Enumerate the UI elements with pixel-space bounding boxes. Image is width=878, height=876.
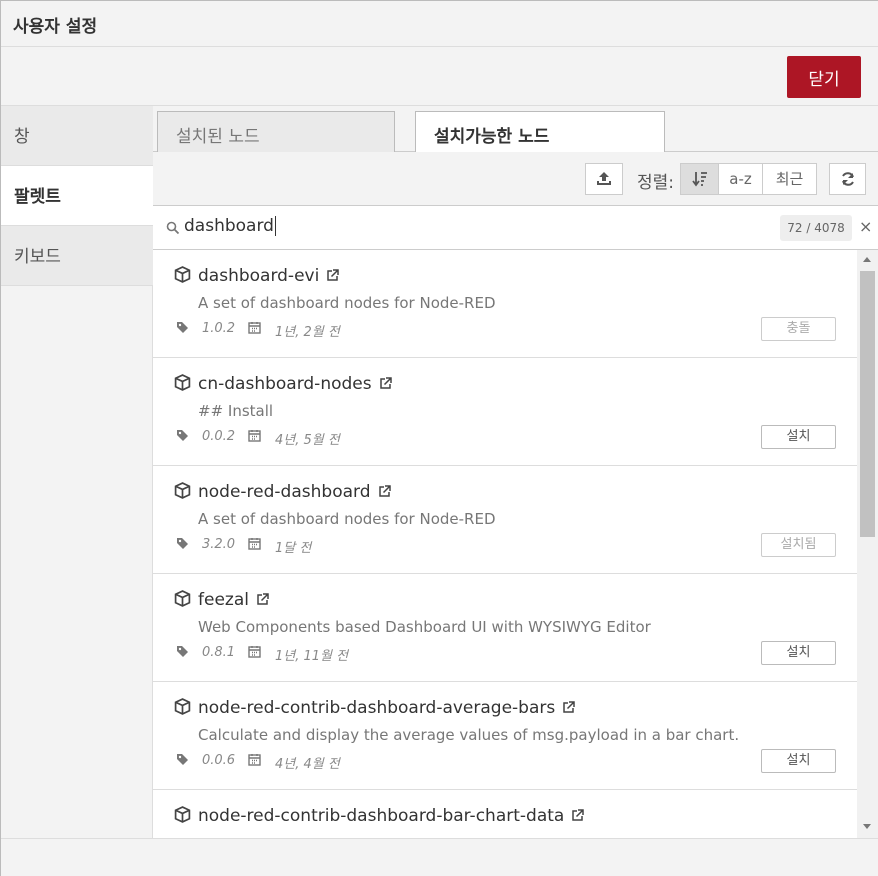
calendar-icon [248, 430, 261, 442]
package-list-item: cn-dashboard-nodes ## Install 0.0.2 4년, 5월 … [153, 358, 857, 466]
package-name: cn-dashboard-nodes [198, 374, 392, 394]
sidebar-item-view[interactable]: 창 [1, 106, 153, 166]
palette-tabs: 설치된 노드 설치가능한 노드 [153, 106, 878, 153]
external-link-icon[interactable] [256, 593, 269, 606]
tag-icon [177, 754, 188, 765]
package-name: dashboard-evi [198, 266, 340, 286]
cube-icon [174, 698, 191, 715]
scrollbar-thumb[interactable] [860, 271, 875, 537]
install-button[interactable]: 설치 [761, 425, 836, 449]
package-version: 0.8.1 [202, 645, 236, 660]
cube-icon [174, 590, 191, 607]
package-name: feezal [198, 590, 269, 610]
refresh-icon [841, 172, 854, 186]
package-description: A set of dashboard nodes for Node-RED [198, 294, 496, 312]
cube-icon [174, 374, 191, 391]
package-updated: 1년, 11월 전 [275, 649, 349, 664]
package-name: node-red-contrib-dashboard-bar-chart-dat… [198, 806, 585, 826]
tab-label: 설치된 노드 [176, 127, 260, 147]
install-button[interactable]: 설치 [761, 749, 836, 773]
sidebar-item-keyboard[interactable]: 키보드 [1, 226, 153, 286]
external-link-icon[interactable] [562, 701, 575, 714]
external-link-icon[interactable] [378, 485, 391, 498]
package-list: dashboard-evi A set of dashboard nodes fo… [153, 250, 857, 838]
package-name-text: dashboard-evi [198, 266, 320, 286]
external-link-icon[interactable] [571, 809, 585, 822]
cube-icon [174, 482, 191, 499]
sidebar-item-palette[interactable]: 팔렛트 [1, 166, 154, 226]
sidebar-item-label: 팔렛트 [14, 187, 61, 207]
package-list-item: node-red-contrib-dashboard-bar-chart-dat… [153, 790, 857, 838]
package-description: A set of dashboard nodes for Node-RED [198, 510, 496, 528]
sort-az-button[interactable]: a-z [718, 163, 763, 195]
cube-icon [174, 806, 191, 823]
tag-icon [177, 646, 188, 657]
package-description: Calculate and display the average values… [198, 726, 740, 744]
package-list-item: node-red-dashboard A set of dashboard nod… [153, 466, 857, 574]
install-button[interactable]: 설치 [761, 641, 836, 665]
dialog-button-bar: 닫기 [1, 47, 878, 106]
cube-icon [174, 266, 191, 283]
sidebar-item-label: 창 [14, 127, 30, 147]
calendar-icon [248, 754, 261, 766]
package-updated: 1년, 2월 전 [275, 325, 340, 340]
clear-search-icon[interactable]: × [859, 217, 872, 236]
tab-install-nodes[interactable]: 설치가능한 노드 [415, 111, 665, 153]
package-name-text: feezal [198, 590, 249, 610]
package-name: node-red-contrib-dashboard-average-bars [198, 698, 575, 718]
upload-icon [597, 172, 611, 185]
tag-icon [177, 322, 188, 333]
result-count-badge: 72 / 4078 [780, 215, 852, 241]
close-button[interactable]: 닫기 [787, 56, 861, 98]
sort-recent-button[interactable]: 최근 [762, 163, 817, 195]
sort-label: 정렬: [637, 173, 675, 193]
package-description: Web Components based Dashboard UI with W… [198, 618, 651, 636]
settings-sidebar: 창 팔렛트 키보드 [1, 106, 154, 838]
package-version: 3.2.0 [202, 537, 236, 552]
sort-amount-icon [691, 172, 707, 187]
package-version: 0.0.2 [202, 429, 236, 444]
package-updated: 4년, 5월 전 [275, 433, 340, 448]
install-button[interactable]: 설치됨 [761, 533, 836, 557]
user-settings-dialog: 사용자 설정 닫기 창 팔렛트 키보드 설치된 노드 설치가능한 노드 정렬: [0, 0, 878, 876]
dialog-footer [1, 838, 878, 876]
package-name-text: node-red-contrib-dashboard-average-bars [198, 698, 556, 718]
package-search: dashboard 72 / 4078 × [153, 206, 878, 250]
package-updated: 1달 전 [275, 541, 312, 556]
install-button[interactable]: 충돌 [761, 317, 836, 341]
tab-label: 설치가능한 노드 [434, 127, 550, 147]
tag-icon [177, 430, 188, 441]
palette-toolbar: 정렬: a-z 최근 [153, 152, 878, 206]
upload-module-button[interactable] [585, 163, 623, 195]
package-name-text: cn-dashboard-nodes [198, 374, 372, 394]
calendar-icon [248, 646, 261, 658]
package-updated: 4년, 4월 전 [275, 757, 340, 772]
external-link-icon[interactable] [379, 377, 392, 390]
tag-icon [177, 538, 188, 549]
package-description: ## Install [198, 402, 274, 420]
package-list-item: dashboard-evi A set of dashboard nodes fo… [153, 250, 857, 358]
scroll-down-icon[interactable] [863, 824, 871, 829]
list-scrollbar[interactable] [857, 250, 878, 838]
dialog-titlebar: 사용자 설정 [1, 1, 878, 47]
sort-relevance-button[interactable] [680, 163, 719, 195]
search-icon [166, 221, 180, 235]
sidebar-item-label: 키보드 [14, 247, 61, 267]
external-link-icon[interactable] [326, 269, 340, 282]
search-input[interactable]: dashboard [184, 216, 276, 236]
package-list-item: node-red-contrib-dashboard-average-bars C… [153, 682, 857, 790]
package-version: 1.0.2 [202, 321, 236, 336]
tab-installed-nodes[interactable]: 설치된 노드 [157, 111, 395, 152]
refresh-button[interactable] [829, 163, 866, 195]
package-version: 0.0.6 [202, 753, 236, 768]
palette-panel: 설치된 노드 설치가능한 노드 정렬: a-z 최근 dashboard 72 … [153, 106, 878, 838]
dialog-title: 사용자 설정 [13, 17, 98, 37]
package-name: node-red-dashboard [198, 482, 391, 502]
package-list-item: feezal Web Components based Dashboard UI … [153, 574, 857, 682]
scroll-up-icon[interactable] [863, 257, 871, 262]
calendar-icon [248, 538, 261, 550]
package-name-text: node-red-dashboard [198, 482, 371, 502]
calendar-icon [248, 322, 261, 334]
package-name-text: node-red-contrib-dashboard-bar-chart-dat… [198, 806, 565, 826]
